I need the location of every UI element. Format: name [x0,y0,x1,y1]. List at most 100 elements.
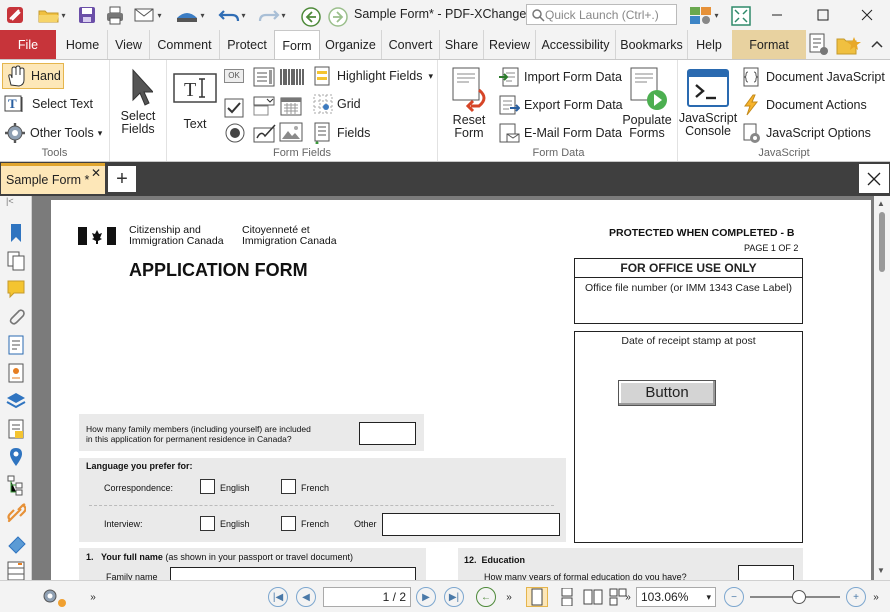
hand-tool[interactable]: Hand [2,63,64,89]
scroll-up-icon[interactable]: ▲ [877,199,885,208]
document-properties-icon[interactable] [808,32,830,58]
forward-nav-icon[interactable] [327,4,349,30]
tab-share[interactable]: Share [440,30,484,59]
tab-organize[interactable]: Organize [320,30,382,59]
minimize-button[interactable] [754,0,800,30]
push-button-tool[interactable]: OK [224,69,244,83]
quick-launch-input[interactable]: Quick Launch (Ctrl+.) [526,4,677,25]
zoom-in-button[interactable]: + [846,587,866,607]
fullscreen-icon[interactable] [730,3,752,29]
links-icon[interactable] [6,502,26,523]
continuous-view-button[interactable] [556,587,578,607]
correspondence-english-checkbox[interactable] [200,479,215,494]
tab-convert[interactable]: Convert [382,30,440,59]
last-page-button[interactable]: ▶| [444,587,464,607]
next-page-button[interactable]: ▶ [416,587,436,607]
select-text-tool[interactable]: T Select Text [4,94,93,114]
tab-view[interactable]: View [108,30,150,59]
previous-page-button[interactable]: ◀ [296,587,316,607]
document-actions-button[interactable]: Document Actions [740,94,867,116]
email-icon[interactable]: ▾ [130,2,166,28]
select-fields-button[interactable]: Select Fields [114,66,162,136]
scan-icon[interactable]: ▾ [170,2,210,28]
settings-gear-icon[interactable] [36,587,72,607]
tab-comment[interactable]: Comment [150,30,220,59]
view-options-dropdown[interactable]: » [622,587,634,607]
text-field-button[interactable]: T Text [171,70,219,131]
javascript-options-button[interactable]: JavaScript Options [740,122,871,144]
close-window-button[interactable] [844,0,890,30]
import-form-data-button[interactable]: Import Form Data [498,66,622,88]
radio-button-tool[interactable] [224,122,246,144]
check-box-tool[interactable] [224,98,244,118]
attachments-icon[interactable] [6,306,26,326]
tab-accessibility[interactable]: Accessibility [536,30,616,59]
tab-file[interactable]: File [0,30,56,59]
zoom-select[interactable]: 103.06% ▾ [636,587,716,607]
form-push-button[interactable]: Button [618,380,716,406]
other-tools-dropdown[interactable]: Other Tools ▾ [4,122,102,144]
content-icon[interactable] [6,334,26,355]
first-page-button[interactable]: |◀ [268,587,288,607]
javascript-console-button[interactable]: JavaScript Console [679,68,737,138]
family-count-field[interactable] [359,422,416,445]
tab-bookmarks[interactable]: Bookmarks [616,30,688,59]
redo-icon[interactable]: ▾ [254,2,290,28]
undo-icon[interactable]: ▾ [214,2,250,28]
document-javascript-button[interactable]: Document JavaScript [740,66,885,88]
save-icon[interactable] [76,2,98,28]
collapse-sidebar-icon[interactable]: |< [6,196,26,208]
tab-review[interactable]: Review [484,30,536,59]
interview-english-checkbox[interactable] [200,516,215,531]
view-history-dropdown[interactable]: » [502,587,516,607]
ui-options-icon[interactable]: ▾ [684,2,724,28]
export-form-data-button[interactable]: Export Form Data [498,94,623,116]
destinations-icon[interactable] [6,446,26,466]
comments-icon[interactable] [6,278,26,299]
interview-french-checkbox[interactable] [281,516,296,531]
tab-protect[interactable]: Protect [220,30,274,59]
back-view-button[interactable]: ← [476,587,496,607]
date-field-tool[interactable] [279,96,303,116]
folder-star-icon[interactable] [836,32,862,58]
interview-other-field[interactable] [382,513,560,536]
new-tab-button[interactable]: + [108,166,136,192]
maximize-button[interactable] [800,0,846,30]
zoom-options-dropdown[interactable]: » [870,587,882,607]
layers-icon[interactable] [6,390,26,410]
back-nav-icon[interactable] [300,4,322,30]
family-name-field[interactable] [170,567,416,580]
image-field-tool[interactable] [279,122,303,142]
zoom-out-button[interactable]: − [724,587,744,607]
eraser-icon[interactable] [6,534,26,554]
zoom-slider-thumb[interactable] [792,590,806,604]
bookmarks-icon[interactable] [6,222,26,242]
document-viewer[interactable]: Citizenship and Immigration Canada Citoye… [32,196,874,580]
tab-form[interactable]: Form [274,30,320,60]
tab-home[interactable]: Home [58,30,108,59]
correspondence-french-checkbox[interactable] [281,479,296,494]
collapse-ribbon-icon[interactable] [866,32,888,58]
pages-icon[interactable] [6,250,26,271]
signature-field-tool[interactable] [253,122,277,144]
tags-icon[interactable] [6,418,26,439]
education-years-field[interactable] [738,565,794,580]
single-page-view-button[interactable] [526,587,548,607]
fields-button[interactable]: Fields [313,122,370,144]
structure-icon[interactable] [6,474,26,496]
facing-view-button[interactable] [582,587,604,607]
scroll-down-icon[interactable]: ▼ [877,566,885,575]
tab-help[interactable]: Help [688,30,730,59]
list-box-tool[interactable] [253,67,275,87]
barcode-tool[interactable] [279,67,305,87]
tab-format[interactable]: Format [732,30,806,59]
email-form-data-button[interactable]: E-Mail Form Data [498,122,622,144]
scroll-thumb[interactable] [879,212,885,272]
page-number-input[interactable]: 1 / 2 [323,587,411,607]
close-tab-icon[interactable]: ✕ [91,166,101,180]
highlight-fields-dropdown[interactable]: Highlight Fields ▾ [313,66,433,86]
signatures-icon[interactable] [6,362,26,383]
combo-box-tool[interactable] [253,96,275,116]
fields-panel-icon[interactable] [6,560,26,581]
status-menu-icon[interactable]: » [86,587,100,607]
